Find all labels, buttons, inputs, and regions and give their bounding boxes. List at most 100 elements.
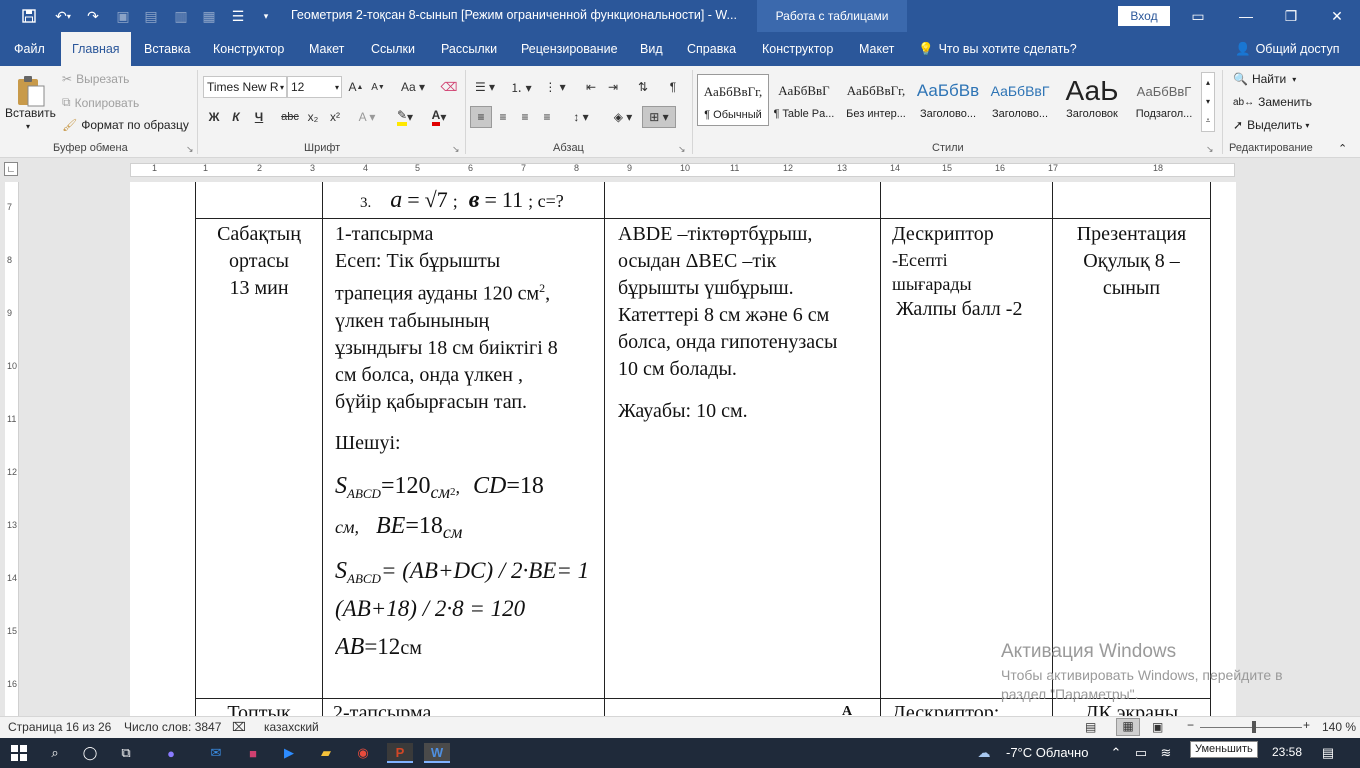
zoom-out-icon[interactable]: − — [1187, 718, 1194, 732]
horizontal-ruler[interactable]: ∟ 1 1 2 3 4 5 6 7 8 9 10 11 12 13 14 15 16 17 18 — [0, 158, 1360, 182]
close-icon[interactable]: ✕ — [1314, 0, 1360, 32]
shading-icon[interactable]: ◈ ▾ — [608, 106, 638, 128]
restore-icon[interactable]: ❐ — [1268, 0, 1314, 32]
tab-selector-icon[interactable]: ∟ — [4, 162, 18, 176]
focus-mode-icon[interactable]: ▤ — [1085, 720, 1096, 734]
powerpoint-icon[interactable]: P — [387, 743, 413, 763]
app-icon[interactable]: ● — [160, 743, 182, 763]
multilevel-list-icon[interactable]: ⋮ ▾ — [540, 76, 570, 98]
styles-launcher-icon[interactable]: ↘ — [1206, 144, 1214, 155]
tab-help[interactable]: Справка — [687, 32, 736, 66]
undo-icon[interactable]: ↶ ▾ — [48, 6, 78, 26]
font-color-icon[interactable]: A ▾ — [424, 106, 454, 128]
chevron-down-icon[interactable]: ▾ — [1206, 97, 1210, 106]
sort-icon[interactable]: ⇅ — [632, 76, 654, 98]
weather-icon[interactable]: ☁ — [973, 743, 995, 763]
document-icon[interactable]: ☰ — [227, 6, 249, 26]
change-case-icon[interactable]: Aa ▾ — [396, 76, 430, 98]
weather-text[interactable]: -7°C Облачно — [1006, 745, 1088, 760]
zoom-in-icon[interactable]: + — [1303, 718, 1310, 732]
media-icon[interactable]: ■ — [242, 743, 264, 763]
paste-button[interactable]: Вставить — [5, 106, 56, 120]
numbering-icon[interactable]: ⒈ ▾ — [506, 76, 536, 98]
mail-icon[interactable]: ✉ — [205, 743, 227, 763]
web-layout-icon[interactable]: ▣ — [1152, 720, 1163, 734]
justify-icon[interactable]: ≡ — [536, 106, 558, 128]
strikethrough-button[interactable]: abc — [279, 106, 301, 128]
highlight-color-icon[interactable]: ✎ ▾ — [390, 106, 420, 128]
search-icon[interactable]: ⌕ — [44, 743, 66, 763]
borders-icon[interactable]: ⊞ ▾ — [642, 106, 676, 128]
bold-button[interactable]: Ж — [203, 106, 225, 128]
style-heading-1[interactable]: АаБбВв Заголово... — [912, 74, 984, 126]
styles-scroll[interactable]: ▴ ▾ ⩡ — [1201, 72, 1215, 132]
show-marks-icon[interactable]: ¶ — [662, 76, 684, 98]
italic-button[interactable]: К — [225, 106, 247, 128]
redo-icon[interactable]: ↷ — [82, 6, 104, 26]
tab-mailings[interactable]: Рассылки — [441, 32, 497, 66]
tab-insert[interactable]: Вставка — [144, 32, 190, 66]
align-left-icon[interactable]: ≡ — [470, 106, 492, 128]
align-center-icon[interactable]: ≡ — [492, 106, 514, 128]
subscript-button[interactable]: x₂ — [302, 106, 324, 128]
file-explorer-icon[interactable]: ▰ — [315, 743, 337, 763]
tab-view[interactable]: Вид — [640, 32, 663, 66]
font-family-select[interactable]: Times New R ▾ — [203, 76, 287, 98]
customize-qa-icon[interactable]: ▾ — [258, 6, 274, 26]
table-move-handle-icon[interactable]: A — [842, 698, 862, 716]
find-button[interactable]: 🔍 Найти ▾ — [1233, 72, 1296, 86]
tab-layout[interactable]: Макет — [309, 32, 344, 66]
word-icon[interactable]: W — [424, 743, 450, 763]
tab-table-design[interactable]: Конструктор — [762, 32, 833, 66]
wifi-icon[interactable]: ≋ — [1155, 743, 1177, 763]
tell-me-search[interactable]: 💡 Что вы хотите сделать? — [918, 32, 1077, 66]
decrease-indent-icon[interactable]: ⇤ — [580, 76, 602, 98]
style-heading-2[interactable]: АаБбВвГ Заголово... — [984, 74, 1056, 126]
tab-file[interactable]: Файл — [14, 32, 45, 66]
superscript-button[interactable]: x² — [324, 106, 346, 128]
windows-start-icon[interactable] — [8, 743, 30, 763]
style-no-spacing[interactable]: АаБбВвГг, Без интер... — [840, 74, 912, 126]
paste-dropdown-icon[interactable]: ▾ — [26, 122, 30, 131]
minimize-icon[interactable]: — — [1223, 0, 1269, 32]
print-layout-icon[interactable]: ▦ — [1116, 718, 1140, 736]
word-count[interactable]: Число слов: 3847 — [124, 720, 221, 734]
chrome-icon[interactable]: ◉ — [352, 743, 374, 763]
cortana-icon[interactable]: ◯ — [79, 743, 101, 763]
clipboard-launcher-icon[interactable]: ↘ — [186, 144, 194, 155]
bullets-icon[interactable]: ☰ ▾ — [470, 76, 500, 98]
chevron-up-icon[interactable]: ▴ — [1206, 78, 1210, 87]
tab-design[interactable]: Конструктор — [213, 32, 284, 66]
tab-references[interactable]: Ссылки — [371, 32, 415, 66]
network-icon[interactable]: ▭ — [1130, 743, 1152, 763]
align-right-icon[interactable]: ≡ — [514, 106, 536, 128]
zoom-app-icon[interactable]: ▶ — [278, 743, 300, 763]
share-button[interactable]: 👤 Общий доступ — [1235, 32, 1340, 66]
save-icon[interactable] — [18, 6, 40, 26]
ribbon-display-icon[interactable]: ▭ — [1175, 0, 1221, 32]
more-styles-icon[interactable]: ⩡ — [1206, 116, 1211, 126]
language[interactable]: казахский — [264, 720, 319, 734]
notifications-icon[interactable]: ▤ — [1317, 743, 1339, 763]
style-subtitle[interactable]: АаБбВвГ Подзагол... — [1128, 74, 1200, 126]
style-table-paragraph[interactable]: АаБбВвГ ¶ Table Pa... — [768, 74, 840, 126]
clock[interactable]: 23:58 — [1272, 745, 1302, 759]
zoom-level[interactable]: 140 % — [1322, 720, 1356, 734]
clear-format-icon[interactable]: ⌫ — [438, 76, 460, 98]
replace-button[interactable]: ab↔ Заменить — [1233, 95, 1312, 109]
zoom-slider[interactable] — [1200, 727, 1302, 728]
document-page[interactable]: 3. a = √7 ; в = 11 ; c=? Сабақтың ортасы… — [130, 182, 1236, 716]
page-count[interactable]: Страница 16 из 26 — [8, 720, 111, 734]
tab-table-layout[interactable]: Макет — [859, 32, 894, 66]
line-spacing-icon[interactable]: ↕ ▾ — [566, 106, 596, 128]
task-view-icon[interactable]: ⧉ — [115, 743, 137, 763]
shrink-font-icon[interactable]: A ▼ — [367, 76, 389, 98]
font-launcher-icon[interactable]: ↘ — [452, 144, 460, 155]
style-normal[interactable]: АаБбВвГг, ¶ Обычный — [697, 74, 769, 126]
style-title[interactable]: АаЬ Заголовок — [1056, 74, 1128, 126]
text-effects-icon[interactable]: A ▾ — [356, 106, 378, 128]
underline-button[interactable]: Ч — [248, 106, 270, 128]
tab-home[interactable]: Главная — [61, 32, 131, 66]
sign-in-button[interactable]: Вход — [1118, 6, 1170, 26]
chevron-up-icon[interactable]: ⌃ — [1105, 743, 1127, 763]
